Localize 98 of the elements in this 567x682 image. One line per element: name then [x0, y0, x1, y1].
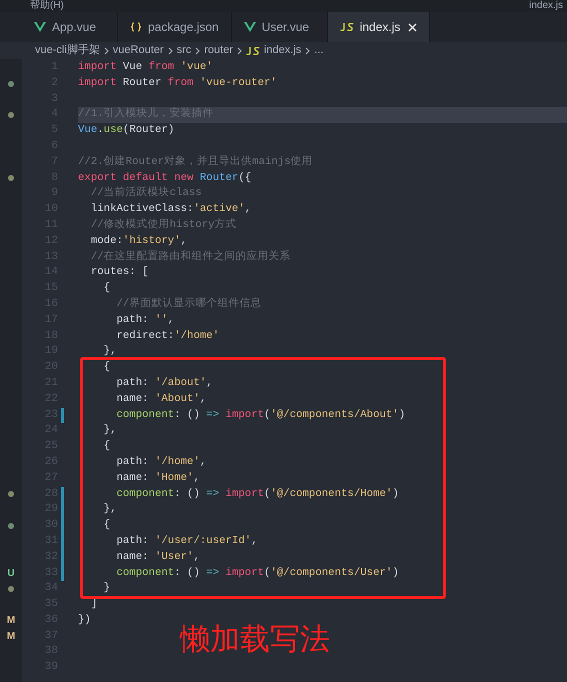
code-token: 'About': [154, 392, 200, 405]
tab-label: App.vue: [52, 19, 96, 36]
code-token: =>: [206, 408, 220, 421]
code-token: export default new: [78, 172, 194, 184]
code-token: (Router): [122, 124, 174, 136]
breadcrumb-item[interactable]: src: [176, 42, 192, 59]
code-token: component: [115, 408, 174, 421]
code-token: ): [392, 488, 399, 500]
code-token: (: [264, 408, 270, 421]
code-token: 'User': [154, 550, 194, 563]
git-status-letter: U: [7, 566, 15, 581]
code-token: {: [102, 519, 110, 532]
code-token: from: [148, 61, 174, 73]
code-token: ,: [180, 234, 188, 247]
code-token: path:: [115, 314, 150, 326]
code-token: import: [78, 76, 116, 89]
code-token: },: [102, 424, 116, 436]
code-token: {: [102, 440, 110, 452]
code-token: from: [168, 76, 194, 89]
code-token: import: [224, 566, 264, 578]
code-token: redirect:: [115, 330, 174, 342]
breadcrumb-item[interactable]: vueRouter: [112, 42, 164, 59]
code-token: Router: [122, 76, 162, 89]
code-token: path:: [115, 534, 150, 547]
code-token: ): [398, 408, 406, 421]
code-token: 'history': [122, 234, 181, 247]
code-token: use: [104, 124, 123, 136]
code-token: ,: [200, 392, 206, 405]
code-token: import: [78, 61, 116, 73]
code-token: ,: [206, 376, 213, 389]
code-token: : (): [174, 488, 201, 500]
git-status-letter: M: [6, 630, 16, 644]
code-token: mode:: [90, 234, 123, 247]
code-token: routes: [: [90, 266, 149, 278]
code-comment: //2.创建Router对象，并且导出供mainjs使用: [78, 156, 313, 168]
tab-label: User.vue: [262, 19, 310, 36]
code-token: path:: [115, 456, 150, 468]
code-comment: //界面默认显示哪个组件信息: [115, 298, 262, 310]
breadcrumb-item[interactable]: ...: [314, 42, 324, 59]
breadcrumb-item[interactable]: index.js: [246, 42, 302, 59]
code-token: '@/components/User': [270, 566, 392, 578]
code-comment: //当前活跃模块class: [90, 187, 202, 200]
code-token: '/about': [154, 376, 206, 389]
tab-label: package.json: [148, 19, 219, 36]
code-token: }: [102, 582, 110, 594]
code-comment: //在这里配置路由和组件之间的应用关系: [90, 250, 291, 263]
code-comment: //修改模式使用history方式: [90, 218, 237, 231]
code-token: ,: [244, 203, 252, 216]
code-token: ,: [251, 534, 258, 547]
code-token: =>: [206, 566, 220, 578]
git-status-letter: M: [6, 614, 16, 628]
code-token: 'vue': [180, 61, 213, 73]
annotation-caption: 懒加载写法: [180, 623, 330, 657]
code-token: },: [102, 503, 116, 516]
code-token: =>: [206, 488, 220, 500]
code-token: ,: [168, 314, 174, 326]
breadcrumb-item[interactable]: router: [204, 42, 233, 59]
editor-tab[interactable]: index.js: [328, 12, 430, 42]
code-token: name:: [115, 550, 150, 563]
code-token: 'active': [193, 203, 245, 216]
code-token: .: [97, 124, 104, 136]
code-token: (: [264, 566, 270, 578]
code-token: ): [392, 566, 399, 578]
code-token: (: [264, 488, 270, 500]
code-token: ,: [193, 550, 200, 563]
code-token: import: [224, 408, 264, 421]
code-token: : (): [174, 408, 201, 421]
code-token: '/user/:userId': [154, 534, 252, 547]
code-token: }): [78, 614, 91, 626]
code-token: Vue: [78, 124, 98, 136]
code-token: linkActiveClass:: [90, 203, 194, 216]
code-token: Vue: [122, 61, 144, 73]
breadcrumb-item[interactable]: vue-cli脚手架: [35, 42, 100, 59]
code-token: ,: [200, 456, 206, 468]
code-token: '@/components/About': [270, 408, 399, 421]
code-token: '': [154, 314, 168, 326]
code-token: '@/components/Home': [270, 488, 392, 500]
code-token: '/home': [154, 456, 200, 468]
code-token: name:: [115, 472, 150, 484]
code-token: {: [102, 361, 110, 374]
code-token: Router: [198, 172, 238, 184]
code-token: component: [115, 488, 174, 500]
code-token: component: [115, 566, 174, 578]
tab-label: index.js: [360, 19, 400, 36]
code-token: ({: [238, 172, 252, 184]
code-token: import: [224, 488, 264, 500]
code-token: '/home': [174, 330, 220, 342]
window-title: index.js: [529, 0, 563, 12]
code-token: {: [102, 282, 110, 294]
code-token: 'vue-router': [198, 76, 277, 89]
code-token: },: [102, 345, 116, 358]
code-token: ,: [193, 472, 200, 484]
menu-item[interactable]: 帮助(H): [30, 0, 64, 12]
editor-tab[interactable]: User.vue: [232, 12, 328, 42]
code-token: 'Home': [154, 472, 194, 484]
code-token: name:: [115, 392, 150, 405]
code-token: path:: [115, 376, 150, 389]
code-token: : (): [174, 566, 201, 578]
